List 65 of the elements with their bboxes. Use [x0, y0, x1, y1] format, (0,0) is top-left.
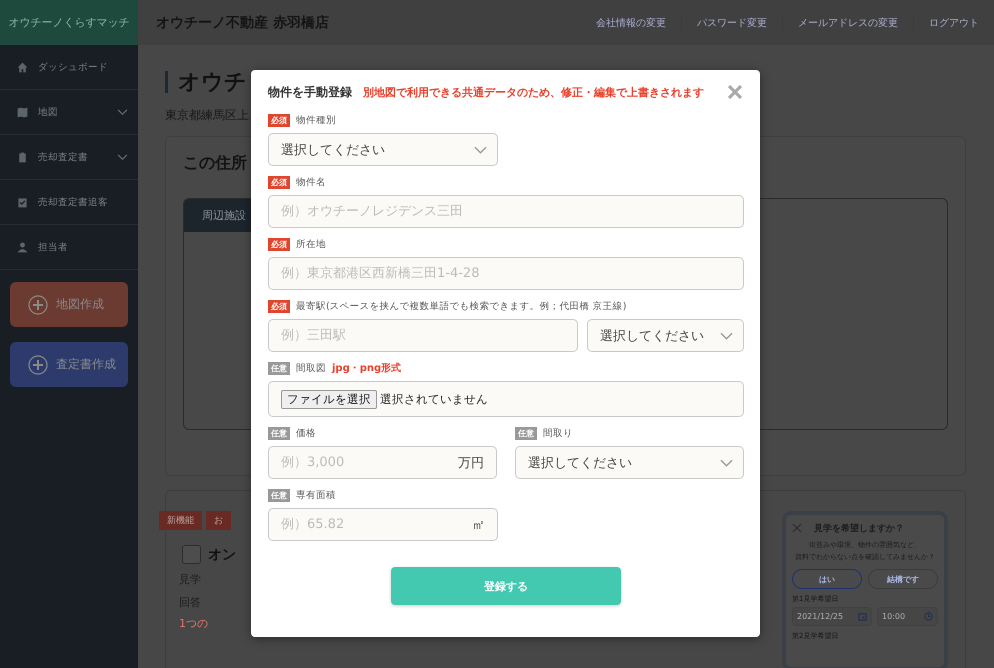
text-input[interactable]: 例）東京都港区西新橋三田1-4-28: [268, 257, 744, 290]
plus-circle-icon: [28, 294, 48, 314]
file-status: 選択されていません: [380, 392, 488, 406]
chevron-down-icon: [720, 458, 733, 466]
close-icon[interactable]: [727, 84, 743, 100]
choose-file-button[interactable]: ファイルを選択: [281, 390, 377, 408]
text-input[interactable]: 例）オウチーノレジデンス三田: [268, 195, 744, 228]
time-field[interactable]: 10:00: [877, 607, 938, 626]
field-badge: 必須: [268, 176, 290, 188]
sidebar-item[interactable]: 地図: [0, 90, 138, 135]
format-note: jpg・png形式: [332, 362, 402, 375]
field-badge: 任意: [268, 488, 290, 502]
header-link[interactable]: ログアウト: [913, 16, 994, 30]
app-logo[interactable]: オウチーノくらすマッチ: [0, 0, 138, 45]
field-label: 最寄駅(スペースを挟んで複数単語でも検索できます。例；代田橋 京王線): [296, 300, 626, 312]
field-label: 物件種別: [296, 114, 336, 126]
sidebar-item[interactable]: ダッシュボード: [0, 45, 138, 90]
choice-button[interactable]: はい: [792, 569, 862, 589]
field-label: 価格: [296, 426, 316, 440]
field-badge: 任意: [268, 362, 290, 374]
create-button[interactable]: 査定書作成: [10, 342, 128, 387]
choice-button[interactable]: 結構です: [868, 569, 938, 589]
field-label: 専有面積: [296, 488, 336, 502]
field-badge: 必須: [268, 114, 290, 126]
clipboard-check-icon: [16, 196, 29, 208]
station-input[interactable]: 例）三田駅: [268, 319, 578, 352]
close-icon[interactable]: [792, 523, 802, 533]
map-icon: [16, 106, 29, 118]
dialog-notice: 別地図で利用できる共通データのため、修正・編集で上書きされます: [363, 84, 705, 100]
number-field[interactable]: 例）3,000 万円: [268, 446, 497, 479]
field-label: 所在地: [296, 238, 326, 250]
dropdown-select[interactable]: 選択してください: [268, 133, 498, 166]
feature-tag: 新機能: [159, 511, 202, 530]
dropdown-select[interactable]: 選択してください: [587, 319, 744, 352]
plus-circle-icon: [28, 354, 48, 374]
field-badge: 任意: [268, 426, 290, 440]
sidebar-item[interactable]: 売却査定書: [0, 135, 138, 180]
field-label: 物件名: [296, 176, 326, 188]
sidebar-item[interactable]: 売却査定書追客: [0, 180, 138, 225]
dropdown-select[interactable]: 選択してください: [515, 446, 744, 479]
number-input[interactable]: 例）3,000: [281, 455, 458, 470]
sidebar-item[interactable]: 担当者: [0, 225, 138, 270]
number-field[interactable]: 例）65.82 ㎡: [268, 508, 498, 541]
warning-text: 1つの: [179, 616, 209, 631]
header-link[interactable]: 会社情報の変更: [581, 16, 681, 30]
create-button[interactable]: 地図作成: [10, 282, 128, 327]
calendar-icon: [858, 612, 867, 621]
unit-label: ㎡: [472, 516, 485, 534]
field-label: 間取り: [543, 426, 573, 440]
field-badge: 必須: [268, 238, 290, 250]
field-badge: 必須: [268, 300, 290, 312]
home-icon: [16, 60, 29, 74]
field-label: 間取図: [296, 362, 326, 374]
feature-tag: お: [206, 511, 231, 530]
unit-label: 万円: [458, 454, 484, 472]
chevron-down-icon: [720, 332, 733, 340]
field-badge: 任意: [515, 426, 537, 440]
dialog-title: 物件を手動登録: [268, 84, 352, 100]
header-link[interactable]: パスワード変更: [681, 16, 782, 30]
header-link[interactable]: メールアドレスの変更: [782, 16, 913, 30]
date-field[interactable]: 2021/12/25: [792, 607, 872, 626]
chevron-down-icon: [474, 146, 487, 154]
person-icon: [16, 240, 29, 254]
number-input[interactable]: 例）65.82: [281, 517, 472, 532]
clock-icon: [924, 612, 933, 621]
